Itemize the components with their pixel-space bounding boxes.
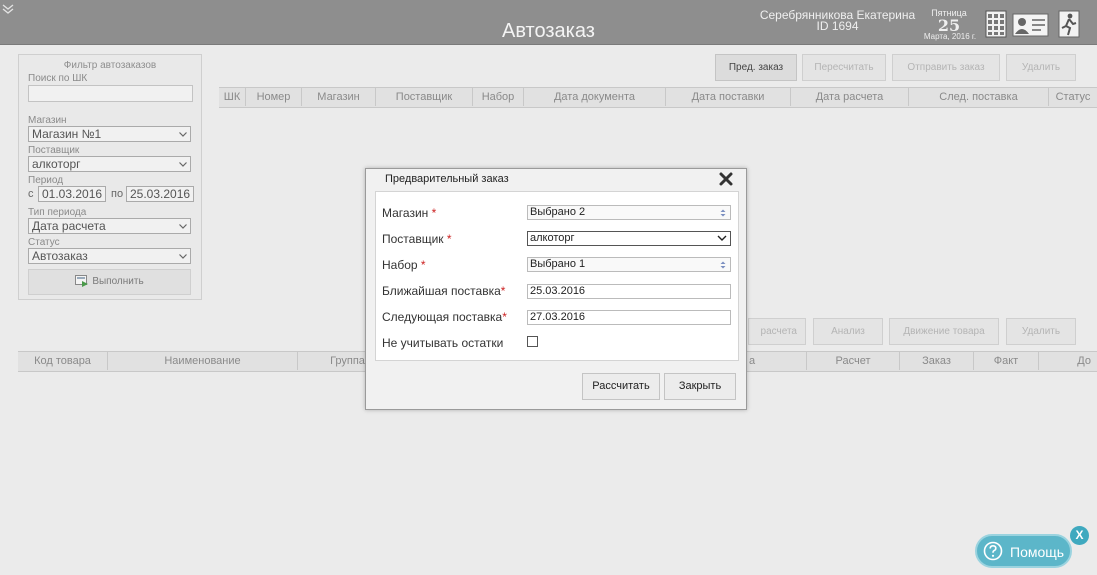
analysis-button[interactable]: Анализ xyxy=(813,318,883,345)
exit-icon[interactable] xyxy=(1058,10,1080,38)
col-set[interactable]: Набор xyxy=(473,88,524,106)
status-label: Статус xyxy=(28,237,60,248)
spinner-arrows-icon xyxy=(720,209,726,217)
col-product-name[interactable]: Наименование xyxy=(108,352,298,370)
collapse-chevron-icon[interactable] xyxy=(2,3,14,15)
supplier-select[interactable]: алкоторг xyxy=(28,156,191,172)
dialog-next-label: Следующая поставка* xyxy=(382,310,507,324)
autoorder-filter-panel: Фильтр автозаказов Поиск по ШК Магазин М… xyxy=(18,54,202,300)
period-from-field[interactable]: 01.03.2016 xyxy=(38,186,106,202)
question-icon xyxy=(983,541,1003,561)
id-card-icon[interactable] xyxy=(1012,10,1049,38)
col-fact[interactable]: Факт xyxy=(974,352,1039,370)
col-delivery-date[interactable]: Дата поставки xyxy=(666,88,791,106)
col-before[interactable]: До xyxy=(1039,352,1097,370)
delete-item-button[interactable]: Удалить xyxy=(1006,318,1076,345)
col-next-delivery[interactable]: След. поставка xyxy=(909,88,1049,106)
col-product-code[interactable]: Код товара xyxy=(18,352,108,370)
run-button[interactable]: Выполнить xyxy=(28,269,191,295)
nearest-delivery-input[interactable]: 25.03.2016 xyxy=(527,284,731,299)
month-year: Марта, 2016 г. xyxy=(923,32,977,41)
pre-order-button[interactable]: Пред. заказ xyxy=(715,54,797,81)
col-order[interactable]: Заказ xyxy=(900,352,974,370)
run-icon xyxy=(75,275,89,288)
close-dialog-button[interactable]: Закрыть xyxy=(664,373,736,400)
col-status[interactable]: Статус xyxy=(1049,88,1097,106)
col-barcode[interactable]: ШК xyxy=(219,88,246,106)
shop-label: Магазин xyxy=(28,115,67,126)
ignore-stock-checkbox[interactable] xyxy=(527,336,538,347)
user-id: ID 1694 xyxy=(816,19,859,33)
dialog-shop-label: Магазин * xyxy=(382,206,437,220)
col-calc-date[interactable]: Дата расчета xyxy=(791,88,909,106)
delete-order-button[interactable]: Удалить xyxy=(1006,54,1076,81)
close-icon[interactable] xyxy=(718,171,734,187)
col-number[interactable]: Номер xyxy=(246,88,302,106)
chevron-down-icon xyxy=(179,132,187,137)
orders-table-header: ШК Номер Магазин Поставщик Набор Дата до… xyxy=(219,87,1097,108)
calculator-icon[interactable] xyxy=(985,10,1007,38)
chevron-down-icon xyxy=(179,162,187,167)
send-order-button[interactable]: Отправить заказ xyxy=(892,54,1000,81)
dialog-supplier-select[interactable]: алкоторг xyxy=(527,231,731,246)
filter-title: Фильтр автозаказов xyxy=(63,60,157,71)
help-button[interactable]: Помощь xyxy=(975,534,1072,568)
period-from-label: с xyxy=(28,188,34,200)
goods-movement-button[interactable]: Движение товара xyxy=(889,318,999,345)
help-close-button[interactable]: X xyxy=(1070,526,1089,545)
supplier-label: Поставщик xyxy=(28,145,80,156)
search-barcode-label: Поиск по ШК xyxy=(28,73,88,84)
dialog-shop-select[interactable]: Выбрано 2 xyxy=(527,205,731,220)
dialog-title: Предварительный заказ xyxy=(385,173,509,185)
period-to-field[interactable]: 25.03.2016 xyxy=(126,186,194,202)
dialog-nearest-label: Ближайшая поставка* xyxy=(382,284,506,298)
dialog-supplier-label: Поставщик * xyxy=(382,232,452,246)
chevron-down-icon xyxy=(179,224,187,229)
recalc-button[interactable]: Пересчитать xyxy=(802,54,886,81)
shop-select[interactable]: Магазин №1 xyxy=(28,126,191,142)
period-to-label: по xyxy=(111,188,124,200)
dialog-set-label: Набор * xyxy=(382,258,426,272)
col-calculation[interactable]: Расчет xyxy=(807,352,900,370)
chevron-down-icon xyxy=(717,235,727,241)
pre-order-dialog: Предварительный заказ Магазин * Выбрано … xyxy=(365,168,747,410)
next-delivery-input[interactable]: 27.03.2016 xyxy=(527,310,731,325)
calculate-button[interactable]: Рассчитать xyxy=(582,373,660,400)
calc-data-button[interactable]: расчета xyxy=(748,318,806,345)
period-label: Период xyxy=(28,175,64,186)
col-document-date[interactable]: Дата документа xyxy=(524,88,666,106)
help-label: Помощь xyxy=(1010,544,1065,560)
dialog-set-select[interactable]: Выбрано 1 xyxy=(527,257,731,272)
spinner-arrows-icon xyxy=(720,261,726,269)
period-type-label: Тип периода xyxy=(28,207,87,218)
status-select[interactable]: Автозаказ xyxy=(28,248,191,264)
period-type-select[interactable]: Дата расчета xyxy=(28,218,191,234)
dialog-form: Магазин * Выбрано 2 Поставщик * алкоторг… xyxy=(375,191,739,361)
col-supplier[interactable]: Поставщик xyxy=(376,88,473,106)
ignore-stock-label: Не учитывать остатки xyxy=(382,336,504,350)
col-partial[interactable]: а xyxy=(747,352,807,370)
chevron-down-icon xyxy=(179,254,187,259)
col-shop[interactable]: Магазин xyxy=(302,88,376,106)
search-barcode-input[interactable] xyxy=(28,85,193,102)
